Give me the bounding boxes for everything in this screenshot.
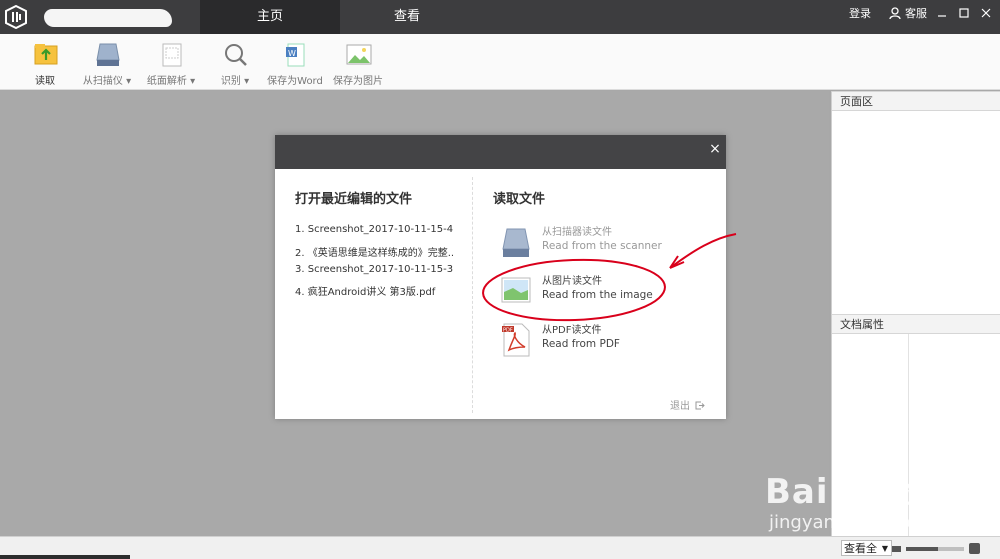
ribbon-toolbar: 读取 从扫描仪 ▾ 纸面解析 ▾ 识别 ▾ W 保存为Word 保存为图片 [0,34,1000,90]
watermark-url: jingyan.baidu.com [769,512,936,533]
read-from-image-cn: 从图片读文件 [542,276,602,287]
baidu-watermark: Bai 经验 jingyan.baidu.com [765,452,965,542]
image-icon [346,44,372,65]
search-icon [225,44,247,66]
folder-open-icon [34,44,58,65]
exit-icon [695,401,705,410]
page-area-header: 页面区 [832,91,1000,111]
word-doc-icon: W [286,43,305,67]
read-from-scanner-option[interactable]: 从扫描器读文件 Read from the scanner [495,223,705,267]
read-from-scanner-cn: 从扫描器读文件 [542,227,612,238]
recognize-label: 识别 ▾ [220,76,250,87]
dialog-close-icon[interactable]: × [708,140,722,158]
recognize-button[interactable]: 识别 ▾ [202,38,268,88]
read-from-pdf-en: Read from PDF [542,338,620,350]
app-logo-icon [5,5,27,29]
app-title-redacted [44,9,172,27]
dialog-header: × [275,135,726,169]
zoom-out-icon[interactable] [892,546,901,552]
save-as-word-button[interactable]: W 保存为Word [262,38,328,88]
paper-parse-label: 纸面解析 ▾ [146,76,196,87]
zoom-select-label: 查看全 [844,542,877,555]
zoom-in-icon[interactable] [969,543,980,554]
login-link[interactable]: 登录 [849,0,871,34]
read-file-title: 读取文件 [493,192,546,207]
from-scanner-label: 从扫描仪 ▾ [82,76,132,87]
read-label: 读取 [35,76,55,87]
document-parse-icon [162,43,182,67]
minimize-icon[interactable] [935,6,949,20]
recent-file-item[interactable]: 4. 疯狂Android讲义 第3版.pdf [295,283,453,298]
svg-text:W: W [288,49,296,58]
from-scanner-button[interactable]: 从扫描仪 ▾ [74,38,140,88]
recent-file-item[interactable]: 3. Screenshot_2017-10-11-15-3... [295,264,453,275]
svg-text:PDF: PDF [503,327,513,333]
status-bar: 查看全 ▼ [0,536,1000,559]
read-from-scanner-en: Read from the scanner [542,240,662,252]
user-icon [889,7,901,19]
save-as-word-label: 保存为Word [267,76,323,87]
read-from-pdf-cn: 从PDF读文件 [542,325,602,336]
watermark-brand: Bai 经验 [765,472,912,512]
exit-button[interactable]: 退出 [670,397,705,412]
paper-parse-button[interactable]: 纸面解析 ▾ [138,38,204,88]
doc-properties-header: 文档属性 [832,314,1000,334]
scanner-icon [502,228,530,257]
zoom-select[interactable]: 查看全 ▼ [841,540,892,556]
read-from-image-option[interactable]: 从图片读文件 Read from the image [495,272,705,316]
read-from-pdf-option[interactable]: PDF 从PDF读文件 Read from PDF [495,321,705,365]
zoom-slider-fill [906,547,938,551]
exit-label: 退出 [670,401,690,412]
taskbar-strip [0,555,130,559]
dialog-divider [472,177,473,413]
maximize-icon[interactable] [957,6,971,20]
image-icon [501,277,531,303]
recent-file-item[interactable]: 1. Screenshot_2017-10-11-15-4... [295,224,453,235]
open-file-dialog: × 打开最近编辑的文件 1. Screenshot_2017-10-11-15-… [275,135,726,419]
pdf-icon: PDF [502,323,530,357]
chevron-down-icon: ▼ [881,544,888,553]
save-as-image-button[interactable]: 保存为图片 [325,38,391,88]
scanner-icon [96,43,120,66]
zoom-slider[interactable] [906,547,964,551]
save-as-image-label: 保存为图片 [333,76,383,87]
close-window-icon[interactable] [979,6,993,20]
title-bar: 主页 查看 登录 客服 [0,0,1000,34]
feedback-link[interactable]: 客服 [905,0,927,34]
recent-files-title: 打开最近编辑的文件 [295,192,413,207]
tab-view[interactable]: 查看 [340,0,474,34]
recent-file-item[interactable]: 2. 《英语思维是这样练成的》完整... [295,244,453,259]
read-from-image-en: Read from the image [542,289,653,301]
read-button[interactable]: 读取 [12,38,78,88]
tab-home[interactable]: 主页 [200,0,340,34]
